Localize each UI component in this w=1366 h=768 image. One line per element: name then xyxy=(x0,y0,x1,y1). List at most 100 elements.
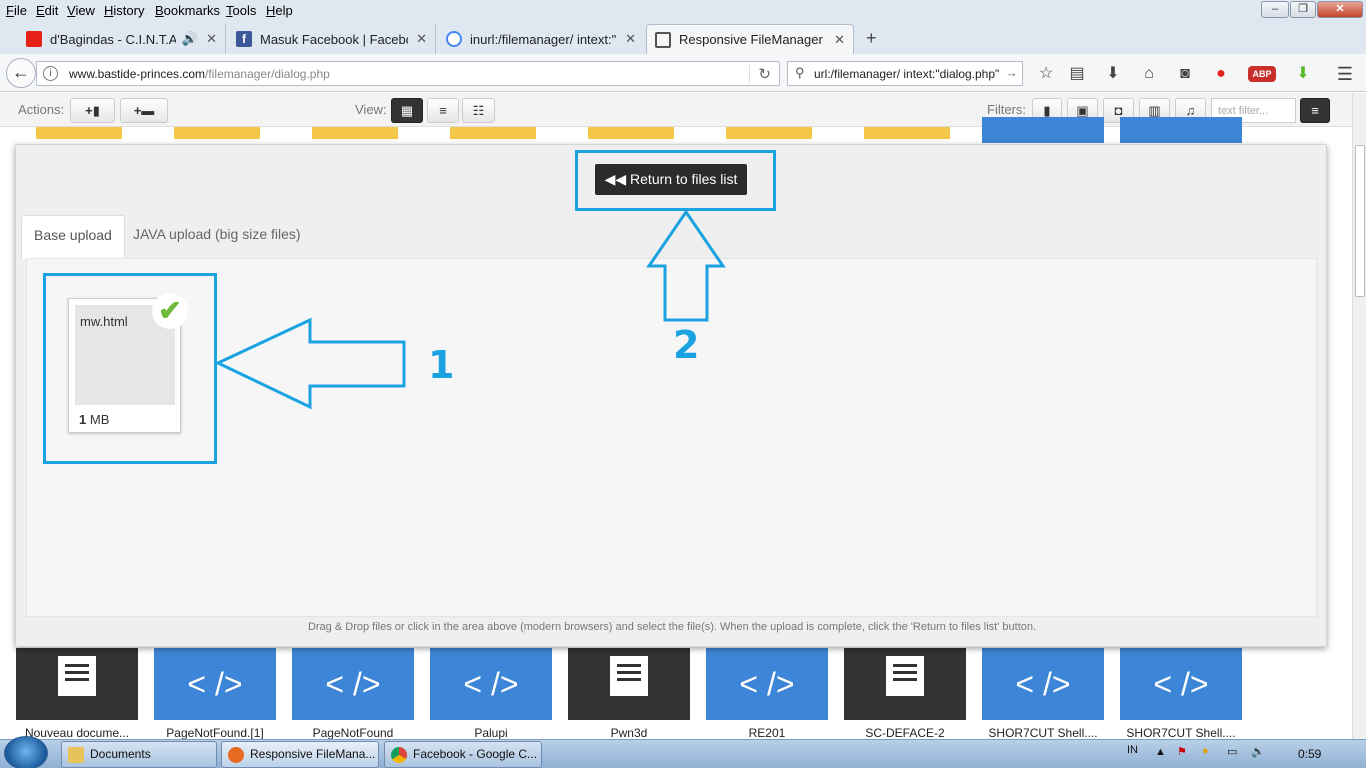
file-tile[interactable]: < /> PageNotFound xyxy=(292,648,414,740)
folder-tile[interactable] xyxy=(726,127,812,139)
menu-history[interactable]: History xyxy=(104,3,144,18)
tab-filemanager[interactable]: Responsive FileManager ✕ xyxy=(646,24,854,54)
annotation-arrow-left-icon xyxy=(214,317,406,410)
bookmark-star-icon[interactable]: ☆ xyxy=(1036,64,1056,84)
folder-tile[interactable] xyxy=(588,127,674,139)
tab-title: Masuk Facebook | Facebook xyxy=(260,31,408,47)
close-tab-icon[interactable]: ✕ xyxy=(834,32,845,48)
volume-icon[interactable]: 🔈 xyxy=(1251,745,1265,758)
grid-view-icon[interactable]: ▦ xyxy=(391,98,423,123)
file-tile[interactable]: < /> SHOR7CUT Shell.... xyxy=(1120,648,1242,740)
file-name: SHOR7CUT Shell.... xyxy=(1126,726,1236,740)
menu-view[interactable]: View xyxy=(67,3,95,18)
code-icon: < /> xyxy=(982,648,1104,720)
folder-tile[interactable] xyxy=(864,127,950,139)
back-button[interactable]: ← xyxy=(6,58,36,88)
maximize-button[interactable]: ❐ xyxy=(1290,1,1316,18)
url-bar[interactable]: i www.bastide-princes.com/filemanager/di… xyxy=(36,61,780,86)
tab-base-upload[interactable]: Base upload xyxy=(21,215,125,259)
filters-label: Filters: xyxy=(987,102,1026,117)
clock[interactable]: 0:59 xyxy=(1298,747,1321,761)
code-tile[interactable] xyxy=(1120,117,1242,143)
code-tile[interactable] xyxy=(982,117,1104,143)
annotation-box-1 xyxy=(43,273,217,464)
menu-help[interactable]: Help xyxy=(266,3,293,18)
pocket-icon[interactable]: ◙ xyxy=(1175,64,1195,84)
start-button[interactable] xyxy=(4,736,48,768)
folder-tile[interactable] xyxy=(36,127,122,139)
file-tile[interactable]: < /> Palupi xyxy=(430,648,552,740)
url-text[interactable]: www.bastide-princes.com/filemanager/dial… xyxy=(69,67,330,81)
file-name: PageNotFound.[1] xyxy=(166,726,264,740)
show-hidden-icons-icon[interactable]: ▲ xyxy=(1155,746,1166,758)
menu-toggle-icon[interactable]: ≡ xyxy=(1300,98,1330,123)
network-icon[interactable]: ▭ xyxy=(1227,745,1237,758)
tab-title: Responsive FileManager xyxy=(679,32,823,47)
folder-tile[interactable] xyxy=(312,127,398,139)
columns-view-icon[interactable]: ☷ xyxy=(462,98,495,123)
file-tile[interactable]: Pwn3d xyxy=(568,648,690,740)
document-icon xyxy=(610,656,648,696)
code-icon: < /> xyxy=(430,648,552,720)
minimize-button[interactable]: – xyxy=(1261,1,1289,18)
tab-title: inurl:/filemanager/ intext:"... xyxy=(470,31,618,47)
info-icon[interactable]: i xyxy=(43,66,58,81)
tray-app-icon[interactable]: ● xyxy=(1202,745,1209,757)
home-icon[interactable]: ⌂ xyxy=(1139,64,1159,84)
upload-hint: Drag & Drop files or click in the area a… xyxy=(307,621,1037,633)
menu-tools[interactable]: Tools xyxy=(226,3,256,18)
download-helper-icon[interactable]: ⬇ xyxy=(1293,64,1313,84)
new-file-button[interactable]: +▮ xyxy=(70,98,115,123)
reading-list-icon[interactable]: ▤ xyxy=(1067,64,1087,84)
downloads-icon[interactable]: ⬇ xyxy=(1103,64,1123,84)
facebook-icon: f xyxy=(236,31,252,47)
taskbar-item-documents[interactable]: Documents xyxy=(61,741,217,768)
tab-google-search[interactable]: inurl:/filemanager/ intext:"... ✕ xyxy=(438,24,644,54)
close-tab-icon[interactable]: ✕ xyxy=(206,31,217,47)
shield-icon[interactable]: ● xyxy=(1211,64,1231,84)
folder-tile[interactable] xyxy=(174,127,260,139)
taskbar-item-chrome[interactable]: Facebook - Google C... xyxy=(384,741,542,768)
reload-icon[interactable]: ↻ xyxy=(749,65,771,83)
close-tab-icon[interactable]: ✕ xyxy=(625,31,636,47)
file-name: Pwn3d xyxy=(610,726,648,740)
list-view-icon[interactable]: ≡ xyxy=(427,98,459,123)
file-tile[interactable]: < /> PageNotFound.[1] xyxy=(154,648,276,740)
file-tile[interactable]: Nouveau docume... xyxy=(16,648,138,740)
adblock-icon[interactable]: ABP xyxy=(1248,66,1276,82)
tab-facebook[interactable]: f Masuk Facebook | Facebook ✕ xyxy=(228,24,436,54)
action-center-icon[interactable]: ⚑ xyxy=(1177,745,1187,758)
new-folder-button[interactable]: +▬ xyxy=(120,98,168,123)
close-window-button[interactable]: ✕ xyxy=(1317,1,1363,18)
file-name: SC-DEFACE-2 xyxy=(865,726,945,740)
file-name: Palupi xyxy=(474,726,508,740)
folder-tile[interactable] xyxy=(450,127,536,139)
new-tab-button[interactable]: + xyxy=(866,28,877,49)
taskbar-item-firefox[interactable]: Responsive FileMana... xyxy=(221,741,379,768)
code-icon: < /> xyxy=(706,648,828,720)
tab-java-upload[interactable]: JAVA upload (big size files) xyxy=(121,215,313,259)
annotation-arrow-up-icon xyxy=(646,209,726,322)
firefox-icon xyxy=(228,747,244,763)
speaker-icon[interactable]: 🔊 xyxy=(182,31,198,47)
language-indicator[interactable]: IN xyxy=(1127,744,1138,756)
search-go-icon[interactable]: → xyxy=(1005,65,1018,80)
search-bar[interactable]: ⚲ url:/filemanager/ intext:"dialog.php" … xyxy=(787,61,1023,86)
search-icon: ⚲ xyxy=(795,65,805,80)
tab-youtube[interactable]: d'Bagindas - C.I.N.T.A |... 🔊 ✕ xyxy=(18,24,226,54)
file-tile[interactable]: SC-DEFACE-2 xyxy=(844,648,966,740)
close-tab-icon[interactable]: ✕ xyxy=(416,31,427,47)
menu-bookmarks[interactable]: Bookmarks xyxy=(155,3,220,18)
chrome-icon xyxy=(391,747,407,763)
file-tile[interactable]: < /> SHOR7CUT Shell.... xyxy=(982,648,1104,740)
search-query[interactable]: url:/filemanager/ intext:"dialog.php" xyxy=(814,67,999,81)
page-scrollbar[interactable] xyxy=(1352,93,1366,739)
menu-edit[interactable]: Edit xyxy=(36,3,58,18)
tab-strip: d'Bagindas - C.I.N.T.A |... 🔊 ✕ f Masuk … xyxy=(0,22,1366,54)
file-tile[interactable]: < /> RE201 xyxy=(706,648,828,740)
view-label: View: xyxy=(355,102,387,117)
hamburger-menu-icon[interactable]: ☰ xyxy=(1335,64,1355,84)
menu-file[interactable]: File xyxy=(6,3,27,18)
actions-label: Actions: xyxy=(18,102,65,117)
scrollbar-thumb[interactable] xyxy=(1355,145,1365,297)
